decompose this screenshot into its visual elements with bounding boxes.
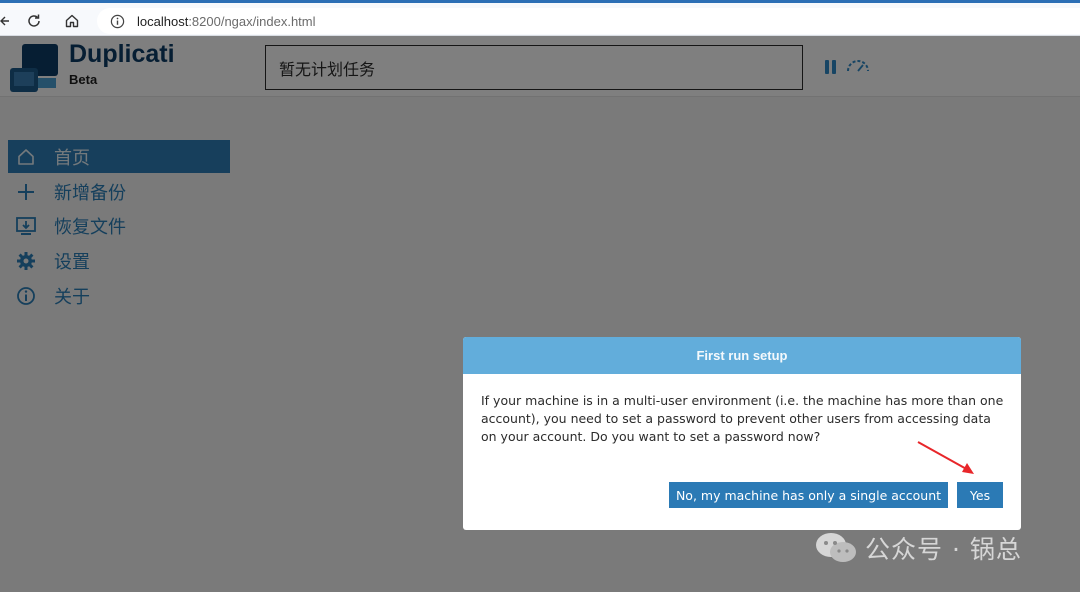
home-icon	[65, 14, 79, 28]
watermark-text: 公众号 · 锅总	[865, 535, 1022, 564]
address-bar[interactable]: localhost:8200/ngax/index.html	[97, 8, 1080, 34]
back-button[interactable]	[0, 9, 18, 33]
reload-button[interactable]	[22, 9, 46, 33]
url-host: localhost	[137, 13, 189, 29]
watermark: 公众号 · 锅总	[814, 528, 1054, 568]
url-path: :8200/ngax/index.html	[188, 13, 316, 29]
yes-button[interactable]: Yes	[957, 482, 1003, 508]
dialog-header: First run setup	[463, 337, 1021, 374]
dialog-title: First run setup	[696, 348, 788, 363]
site-info-icon[interactable]	[109, 13, 125, 29]
single-account-button[interactable]: No, my machine has only a single account	[669, 482, 948, 508]
dialog-message: If your machine is in a multi-user envir…	[481, 393, 1004, 444]
arrow-left-icon	[0, 16, 9, 26]
annotation-arrow-icon	[917, 441, 974, 474]
reload-icon	[28, 14, 40, 27]
url-text: localhost:8200/ngax/index.html	[137, 14, 316, 29]
first-run-dialog: First run setup If your machine is in a …	[463, 337, 1021, 530]
dialog-actions: No, my machine has only a single account…	[463, 482, 1021, 508]
wechat-icon	[816, 533, 856, 562]
home-button[interactable]	[60, 9, 84, 33]
browser-toolbar: localhost:8200/ngax/index.html	[0, 0, 1080, 36]
